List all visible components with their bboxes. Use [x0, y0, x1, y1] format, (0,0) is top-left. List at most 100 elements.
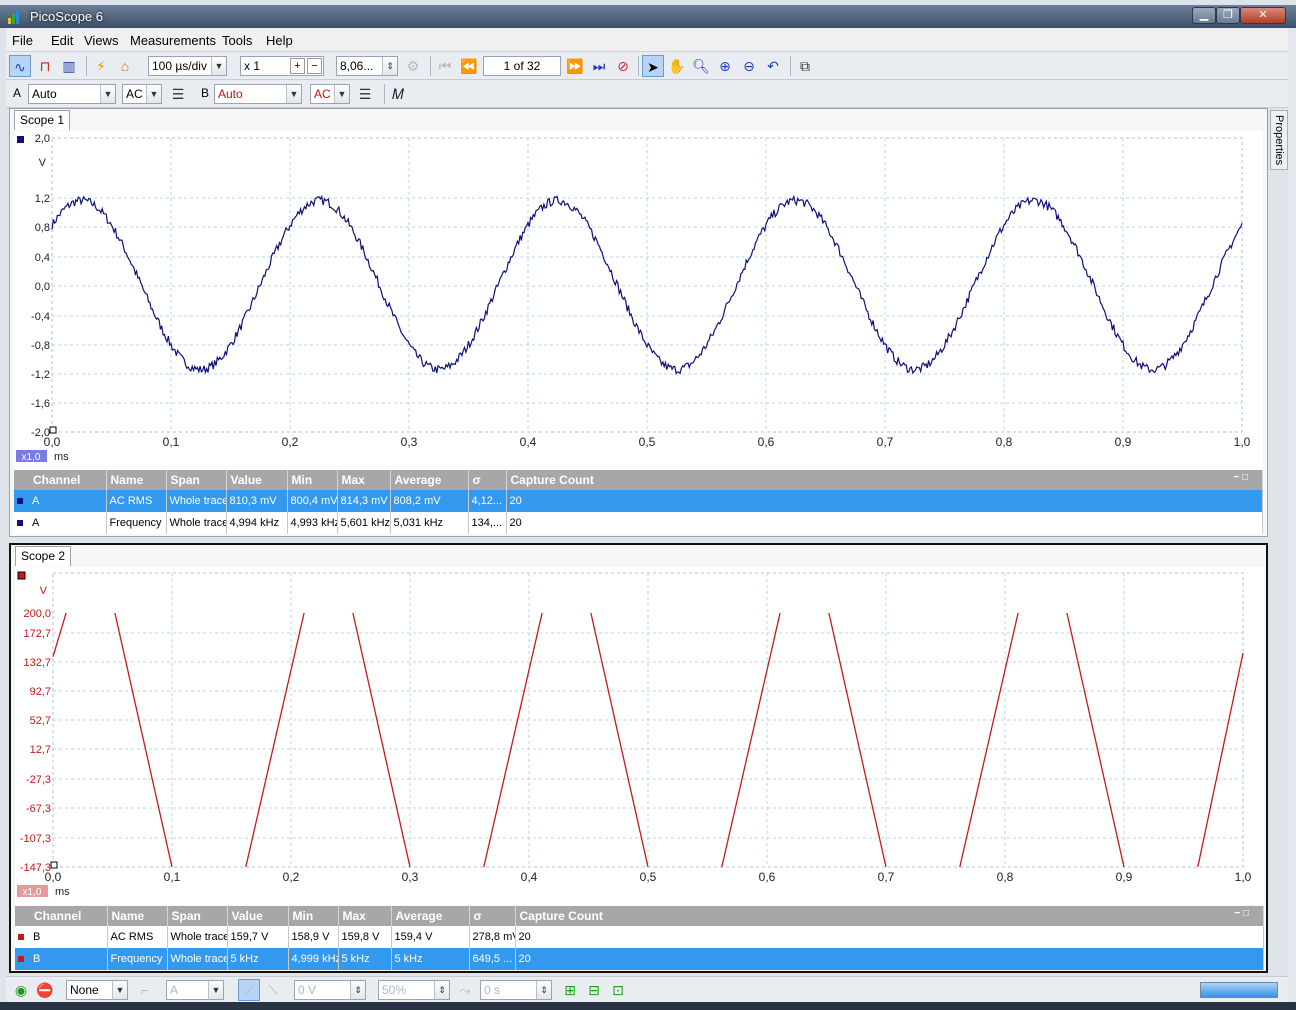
x-tick-label: 0,1: [164, 870, 181, 884]
y-tick-label: 52,7: [30, 715, 51, 727]
falling-edge-icon: ⟍: [268, 982, 278, 998]
scope-2-plot-area[interactable]: 0,0 0,1 0,2 0,3 0,4 0,5 0,6 0,7 0,8 0,9 1,0 200,0 17…: [15, 567, 1264, 905]
zoom-out-icon[interactable]: ⊖: [738, 55, 760, 77]
menu-help[interactable]: Help: [266, 33, 293, 48]
column-header[interactable]: Name: [106, 470, 167, 490]
select-pointer-icon[interactable]: ➤: [642, 55, 664, 77]
table-row[interactable]: B Frequency Whole trace 5 kHz 4,999 kHz 5 kHz…: [15, 948, 1264, 970]
column-header[interactable]: Average: [391, 906, 470, 926]
navigator-compass-icon[interactable]: ⊘: [612, 55, 634, 77]
zoom-icon[interactable]: 🔍︎: [690, 55, 712, 77]
restore-button[interactable]: ❐: [1216, 7, 1240, 24]
os-taskbar: [0, 1002, 1296, 1010]
trigger-mode-select[interactable]: None ▼: [66, 980, 128, 1000]
menu-views[interactable]: Views: [84, 33, 118, 48]
column-header[interactable]: Capture Count − □: [506, 470, 1263, 490]
column-header[interactable]: Min: [288, 906, 339, 926]
scope-1-chart[interactable]: 0,0 0,1 0,2 0,3 0,4 0,5 0,6 0,7 0,8 0,9 1,0 2,0 1,2 0…: [14, 131, 1263, 470]
edit-measurement-icon[interactable]: ⊡: [607, 979, 629, 1001]
column-header[interactable]: σ: [468, 470, 507, 490]
column-header[interactable]: Max: [338, 906, 392, 926]
math-channels-icon[interactable]: 𝑀: [387, 83, 409, 105]
channel-a-coupling-select[interactable]: AC ▼: [122, 84, 162, 104]
menu-file[interactable]: File: [12, 33, 33, 48]
next-buffer-icon[interactable]: ⏩: [564, 55, 586, 77]
collapse-icon[interactable]: − □: [1233, 472, 1248, 483]
undo-zoom-icon[interactable]: ↶: [762, 55, 784, 77]
scope-2-measurements-table: Channel Name Span Value Min Max Average …: [15, 906, 1264, 970]
minimize-button[interactable]: ▁: [1192, 7, 1216, 24]
table-row[interactable]: A Frequency Whole trace 4,994 kHz 4,993 kHz 5…: [14, 512, 1263, 534]
menu-tools[interactable]: Tools: [222, 33, 252, 48]
table-cell: A: [14, 512, 107, 534]
column-header[interactable]: Value: [226, 470, 288, 490]
column-header[interactable]: Max: [337, 470, 391, 490]
samples-input[interactable]: 8,06... ⇕: [336, 56, 398, 76]
capture-count-header: Capture Count: [519, 909, 603, 923]
spinner-icon[interactable]: ⇕: [382, 57, 397, 75]
table-cell: 134,...: [468, 512, 507, 534]
column-header[interactable]: Channel: [14, 470, 107, 490]
chevron-down-icon: ▼: [334, 85, 349, 103]
menu-measurements[interactable]: Measurements: [130, 33, 216, 48]
table-cell: B: [15, 948, 108, 970]
zoom-minus-icon[interactable]: −: [307, 58, 322, 74]
remove-measurement-icon[interactable]: ⊟: [583, 979, 605, 1001]
series-b-segment: [483, 612, 543, 868]
series-b-segment: [352, 612, 411, 868]
menu-edit[interactable]: Edit: [51, 33, 73, 48]
column-header[interactable]: Min: [287, 470, 338, 490]
delay-input: 0 s ⇕: [480, 980, 552, 1000]
channel-a-options-icon[interactable]: ☰: [167, 83, 189, 105]
channel-a-range-select[interactable]: Auto ▼: [28, 84, 116, 104]
y-tick-label: 132,7: [23, 657, 51, 669]
timebase-select[interactable]: 100 µs/div ▼: [148, 56, 227, 76]
cell-text: 810,3 mV: [229, 495, 277, 507]
auto-setup-icon[interactable]: ⚡: [90, 55, 112, 77]
column-header[interactable]: σ: [469, 906, 516, 926]
zoom-overview-icon[interactable]: ⧉: [794, 55, 816, 77]
zoom-plus-icon[interactable]: +: [290, 58, 305, 74]
channel-b-range-select[interactable]: Auto ▼: [214, 84, 302, 104]
table-row[interactable]: A AC RMS Whole trace 810,3 mV 800,4 mV 814,3 …: [14, 490, 1263, 512]
add-measurement-icon[interactable]: ⊞: [559, 979, 581, 1001]
column-header[interactable]: Value: [227, 906, 289, 926]
table-cell: 20: [506, 512, 1263, 534]
column-header[interactable]: Capture Count − □: [515, 906, 1264, 926]
stop-capture-icon[interactable]: ⛔: [34, 979, 56, 1001]
scope-2-chart[interactable]: 0,0 0,1 0,2 0,3 0,4 0,5 0,6 0,7 0,8 0,9 1,0200,017…: [15, 567, 1264, 905]
hand-pan-icon[interactable]: ✋: [666, 55, 688, 77]
channel-b-coupling-select[interactable]: AC ▼: [310, 84, 350, 104]
properties-side-tab[interactable]: Properties: [1270, 110, 1288, 170]
close-button[interactable]: ✕: [1240, 7, 1286, 24]
spectrum-mode-icon[interactable]: ▥: [58, 55, 80, 77]
last-buffer-icon[interactable]: ⏭: [588, 55, 610, 77]
column-header[interactable]: Span: [167, 906, 228, 926]
tab-scope-1[interactable]: Scope 1: [14, 110, 70, 130]
series-b-segment: [114, 612, 173, 868]
cell-text: 4,994 kHz: [229, 517, 280, 529]
column-header[interactable]: Average: [390, 470, 469, 490]
home-icon[interactable]: ⌂: [114, 55, 136, 77]
zoom-input[interactable]: x 1 + −: [240, 56, 324, 76]
buffer-navigator[interactable]: 1 of 32: [483, 56, 561, 76]
column-header[interactable]: Name: [107, 906, 168, 926]
zoom-in-icon[interactable]: ⊕: [714, 55, 736, 77]
scope-1-plot-area[interactable]: 0,0 0,1 0,2 0,3 0,4 0,5 0,6 0,7 0,8 0,9 1,0 2,0 1,2 0…: [14, 131, 1263, 470]
table-cell: B: [15, 926, 108, 948]
x-tick-label: 0,3: [401, 435, 418, 449]
scope-2-table-body: B AC RMS Whole trace 159,7 V 158,9 V 159,8 V 1…: [15, 926, 1264, 970]
collapse-icon[interactable]: − □: [1234, 908, 1249, 919]
column-header[interactable]: Channel: [15, 906, 108, 926]
table-row[interactable]: B AC RMS Whole trace 159,7 V 158,9 V 159,8 V 1…: [15, 926, 1264, 948]
cell-text: 814,3 mV: [340, 495, 388, 507]
start-capture-icon[interactable]: ◉: [10, 979, 32, 1001]
cell-text: 4,12...: [471, 495, 503, 507]
cell-text: Whole trace: [169, 495, 226, 507]
channel-b-options-icon[interactable]: ☰: [354, 83, 376, 105]
tab-scope-2[interactable]: Scope 2: [15, 546, 71, 566]
column-header[interactable]: Span: [166, 470, 227, 490]
persistence-mode-icon[interactable]: ⊓: [34, 55, 56, 77]
scope-mode-icon[interactable]: ∿: [9, 55, 31, 77]
table-cell: A: [14, 490, 107, 512]
